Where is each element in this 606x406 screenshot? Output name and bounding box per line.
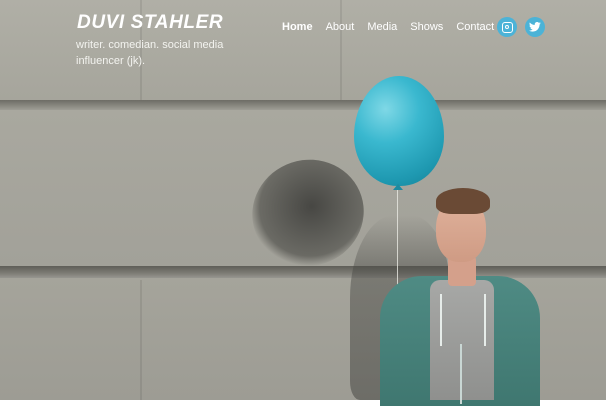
twitter-link[interactable]	[525, 17, 545, 37]
drawstring	[440, 294, 442, 346]
main-nav: Home About Media Shows Contact	[282, 21, 507, 33]
wall-seam	[340, 0, 342, 100]
nav-contact[interactable]: Contact	[456, 21, 494, 33]
nav-shows[interactable]: Shows	[410, 21, 443, 33]
drawstring	[484, 294, 486, 346]
balloon	[354, 76, 444, 186]
hair	[436, 188, 490, 214]
twitter-bird-icon	[529, 22, 541, 32]
instagram-icon[interactable]	[497, 17, 517, 37]
twitter-icon[interactable]	[525, 17, 545, 37]
site-title[interactable]: DUVI STAHLER	[77, 12, 223, 34]
site-tagline: writer. comedian. social media influence…	[76, 39, 224, 67]
instagram-link[interactable]	[497, 17, 517, 37]
instagram-glyph	[501, 21, 513, 33]
wall-seam	[140, 280, 142, 400]
zipper	[460, 344, 462, 404]
nav-home[interactable]: Home	[282, 21, 313, 33]
wall-groove	[0, 100, 606, 110]
nav-media[interactable]: Media	[367, 21, 397, 33]
hero-person	[380, 184, 540, 406]
nav-about[interactable]: About	[326, 21, 355, 33]
